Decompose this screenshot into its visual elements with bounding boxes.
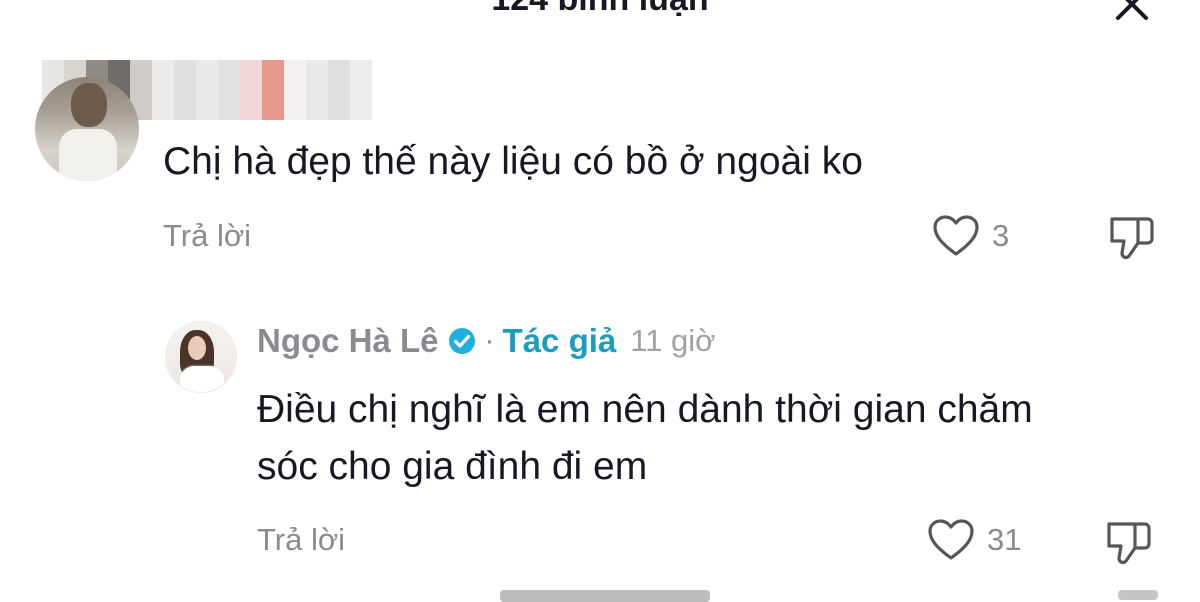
author-name[interactable]: Ngọc Hà Lê [257,322,439,360]
heart-outline-icon [928,519,974,560]
author-avatar[interactable] [165,321,237,393]
comments-count-title: 124 bình luận [0,0,1200,19]
reply-text-line-1: Điều chị nghĩ là em nên dành thời gian c… [257,388,1033,431]
heart-outline-icon [933,215,979,256]
like-count: 3 [992,218,1010,253]
reply-button[interactable]: Trả lời [163,218,251,254]
like-button[interactable]: 3 [932,214,1009,258]
close-button[interactable] [1114,0,1150,22]
reply-header: Ngọc Hà Lê · Tác giả 11 giờ [257,322,716,360]
thumbs-down-icon [1107,522,1151,565]
separator-dot: · [484,324,495,357]
timestamp: 11 giờ [630,323,716,358]
dislike-button[interactable] [1101,516,1153,571]
cropped-footer-icon [1118,590,1158,600]
like-count: 31 [987,522,1022,557]
cropped-footer-text [500,590,710,602]
like-button[interactable]: 31 [927,518,1021,562]
verified-check-icon [448,328,475,354]
comment-text: Chị hà đẹp thế này liệu có bồ ở ngoài ko [163,140,863,183]
commenter-avatar[interactable] [35,77,139,181]
reply-text-line-2: sóc cho gia đình đi em [257,445,648,488]
thumbs-down-icon [1110,217,1154,260]
author-badge: Tác giả [502,322,617,359]
dislike-button[interactable] [1104,211,1156,266]
close-icon [1116,0,1148,20]
reply-button[interactable]: Trả lời [257,522,345,558]
